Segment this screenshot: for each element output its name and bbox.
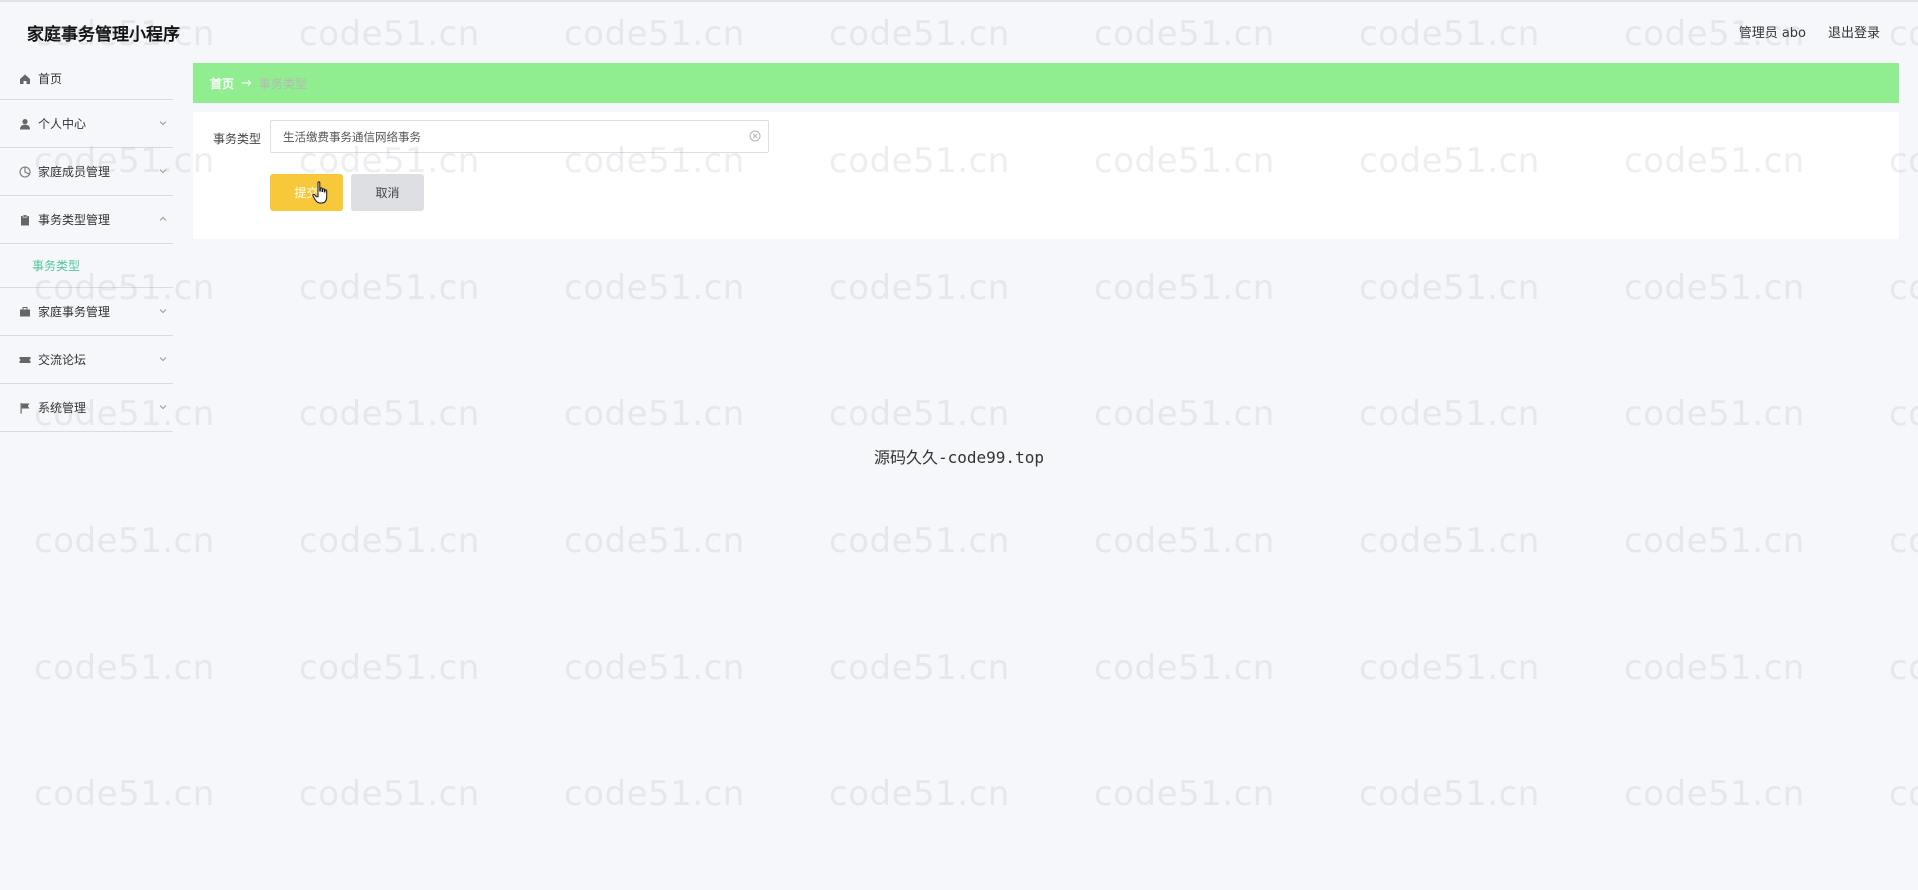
breadcrumb: 首页 → 事务类型 [193, 63, 1899, 103]
cancel-button[interactable]: 取消 [351, 174, 424, 211]
watermark-text: code51.cn [564, 648, 745, 688]
watermark-text: code51.cn [829, 648, 1010, 688]
task-type-field-label: 事务类型 [213, 132, 262, 146]
watermark-text: code51.cn [1094, 648, 1275, 688]
breadcrumb-separator: → [241, 75, 252, 91]
task-type-input[interactable] [270, 120, 769, 153]
sidebar-item-label: 事务类型管理 [38, 213, 111, 227]
watermark-text: code51.cn [1624, 648, 1805, 688]
sidebar-item-label: 首页 [38, 72, 63, 86]
members-icon [19, 165, 31, 178]
submit-button[interactable]: 提交 [270, 174, 343, 211]
chevron-down-icon [159, 169, 167, 174]
hand-cursor-icon [312, 181, 328, 204]
flag-icon [19, 402, 31, 414]
sidebar-item-label: 交流论坛 [38, 353, 87, 367]
watermark-text: code51.cn [299, 774, 480, 814]
watermark-text: code51.cn [1359, 774, 1540, 814]
sidebar-item-family-affairs[interactable]: 家庭事务管理 [0, 288, 173, 336]
top-bar: 家庭事务管理小程序 管理员 abo 退出登录 [0, 0, 1918, 58]
watermark-text: code51.cn [1889, 268, 1918, 308]
watermark-text: code51.cn [299, 648, 480, 688]
admin-user-label: 管理员 abo [1738, 26, 1806, 41]
sidebar-item-label: 家庭事务管理 [38, 305, 111, 319]
clipboard-icon [19, 214, 31, 226]
footer-source-text: 源码久久-code99.top [874, 448, 1044, 467]
clear-icon[interactable] [749, 130, 761, 142]
watermark-text: code51.cn [829, 521, 1010, 561]
sidebar-subitem-task-type[interactable]: 事务类型 [0, 244, 173, 288]
app-title: 家庭事务管理小程序 [27, 25, 180, 45]
chevron-down-icon [159, 309, 167, 314]
watermark-text: code51.cn [1359, 521, 1540, 561]
watermark-text: code51.cn [1359, 648, 1540, 688]
sidebar: 首页 个人中心 家庭成员管理 事务类型管理 事务类型 家庭事务管理 交流论坛 系… [0, 58, 173, 432]
sidebar-item-system-management[interactable]: 系统管理 [0, 384, 173, 432]
watermark-text: code51.cn [1624, 521, 1805, 561]
chevron-down-icon [159, 405, 167, 410]
watermark-text: code51.cn [564, 394, 745, 434]
sidebar-item-personal-center[interactable]: 个人中心 [0, 100, 173, 148]
watermark-text: code51.cn [1094, 774, 1275, 814]
watermark-text: code51.cn [1094, 394, 1275, 434]
watermark-text: code51.cn [564, 774, 745, 814]
watermark-text: code51.cn [1889, 774, 1918, 814]
watermark-text: code51.cn [1889, 648, 1918, 688]
watermark-text: code51.cn [829, 394, 1010, 434]
watermark-text: code51.cn [34, 774, 215, 814]
watermark-text: code51.cn [1094, 521, 1275, 561]
watermark-text: code51.cn [299, 394, 480, 434]
briefcase-icon [19, 306, 31, 318]
watermark-text: code51.cn [34, 521, 215, 561]
watermark-text: code51.cn [1359, 268, 1540, 308]
watermark-text: code51.cn [1624, 268, 1805, 308]
sidebar-item-task-type-management[interactable]: 事务类型管理 [0, 196, 173, 244]
logout-link[interactable]: 退出登录 [1828, 22, 1880, 41]
sidebar-item-family-members[interactable]: 家庭成员管理 [0, 148, 173, 196]
watermark-text: code51.cn [34, 648, 215, 688]
watermark-text: code51.cn [299, 521, 480, 561]
user-icon [19, 118, 31, 130]
watermark-text: code51.cn [299, 268, 480, 308]
home-icon [19, 73, 31, 85]
watermark-text: code51.cn [829, 774, 1010, 814]
chevron-down-icon [159, 357, 167, 362]
watermark-text: code51.cn [1889, 521, 1918, 561]
breadcrumb-home-link[interactable]: 首页 [210, 75, 234, 92]
sidebar-item-forum[interactable]: 交流论坛 [0, 336, 173, 384]
sidebar-item-home[interactable]: 首页 [0, 58, 173, 100]
chevron-down-icon [159, 121, 167, 126]
watermark-text: code51.cn [1889, 394, 1918, 434]
watermark-text: code51.cn [1094, 268, 1275, 308]
sidebar-item-label: 家庭成员管理 [38, 165, 111, 179]
watermark-text: code51.cn [1624, 774, 1805, 814]
breadcrumb-current: 事务类型 [258, 76, 307, 91]
watermark-text: code51.cn [829, 268, 1010, 308]
chevron-up-icon [159, 216, 167, 221]
sidebar-item-label: 系统管理 [38, 401, 87, 415]
sidebar-item-label: 个人中心 [38, 117, 87, 131]
ticket-icon [19, 354, 31, 366]
task-type-form: 事务类型 提交 取消 [193, 112, 1899, 239]
watermark-text: code51.cn [1359, 394, 1540, 434]
watermark-text: code51.cn [1624, 394, 1805, 434]
watermark-text: code51.cn [564, 268, 745, 308]
watermark-text: code51.cn [564, 521, 745, 561]
